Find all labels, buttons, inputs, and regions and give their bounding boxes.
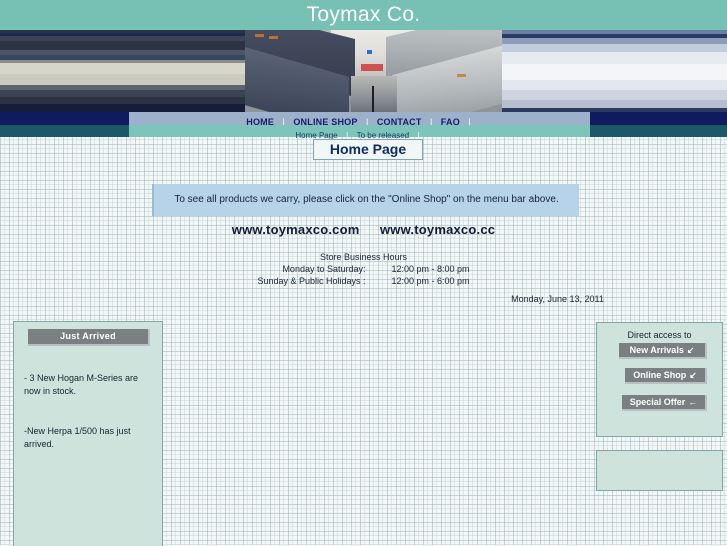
page-title-box: Home Page bbox=[313, 139, 423, 160]
announcement-text: To see all products we carry, please cli… bbox=[174, 194, 559, 205]
new-arrivals-button-label: New Arrivals bbox=[629, 345, 684, 355]
online-shop-button-label: Online Shop bbox=[633, 370, 687, 380]
exit-sign bbox=[361, 64, 383, 71]
banner-photo-airplane-cabin bbox=[0, 30, 727, 112]
arrow-down-left-icon: ↙ bbox=[686, 345, 695, 355]
sub-navigation: Home Page | To be released | bbox=[129, 125, 590, 140]
navbar-outer: HOME | ONLINE SHOP | CONTACT | FAQ | bbox=[0, 112, 727, 127]
main-navigation: HOME | ONLINE SHOP | CONTACT | FAQ | bbox=[129, 112, 590, 127]
site-title: Toymax Co. bbox=[306, 3, 421, 26]
cabin-led-light bbox=[367, 50, 372, 54]
current-date: Monday, June 13, 2011 bbox=[511, 294, 604, 304]
hours-row-label: Monday to Saturday: bbox=[282, 264, 366, 274]
empty-content-box bbox=[596, 450, 723, 491]
url-toymaxco-com[interactable]: www.toymaxco.com bbox=[232, 222, 360, 237]
cabin-pole bbox=[372, 86, 374, 112]
cabin-indicator-light-a bbox=[255, 34, 264, 37]
new-arrivals-button[interactable]: New Arrivals ↙ bbox=[619, 343, 707, 359]
list-item: -New Herpa 1/500 has just arrived. bbox=[24, 426, 131, 449]
website-urls: www.toymaxco.com www.toymaxco.cc bbox=[0, 221, 727, 239]
banner-streak-left bbox=[0, 30, 245, 112]
cabin-indicator-light-b bbox=[269, 36, 278, 39]
subnav-outer: Home Page | To be released | bbox=[0, 125, 727, 140]
table-row: Sunday & Public Holidays : 12:00 pm - 6:… bbox=[257, 275, 469, 287]
special-offer-button[interactable]: Special Offer ← bbox=[622, 395, 707, 411]
announcement-box: To see all products we carry, please cli… bbox=[152, 184, 579, 216]
store-business-hours: Store Business Hours Monday to Saturday:… bbox=[0, 251, 727, 287]
hours-row-value: 12:00 pm - 6:00 pm bbox=[391, 276, 470, 286]
hours-title: Store Business Hours bbox=[319, 252, 408, 262]
direct-access-panel: Direct access to New Arrivals ↙ Online Sh… bbox=[596, 322, 723, 437]
banner-streak-right bbox=[502, 30, 727, 112]
date-line: Monday, June 13, 2011 bbox=[0, 289, 727, 307]
airplane-cabin-image bbox=[245, 30, 502, 112]
hours-row-label: Sunday & Public Holidays : bbox=[257, 276, 366, 286]
table-row: Monday to Saturday: 12:00 pm - 8:00 pm bbox=[257, 263, 469, 275]
url-toymaxco-cc[interactable]: www.toymaxco.cc bbox=[380, 222, 495, 237]
hours-table: Monday to Saturday: 12:00 pm - 8:00 pm S… bbox=[257, 263, 469, 287]
masthead: Toymax Co. bbox=[0, 0, 727, 30]
arrow-down-left-icon: ↙ bbox=[689, 370, 697, 380]
just-arrived-panel: Just Arrived - 3 New Hogan M-Series are … bbox=[13, 321, 163, 546]
list-item: - 3 New Hogan M-Series are now in stock. bbox=[24, 373, 139, 396]
page-title: Home Page bbox=[329, 141, 407, 157]
cabin-indicator-light-c bbox=[457, 74, 466, 77]
hours-row-value: 12:00 pm - 8:00 pm bbox=[391, 264, 470, 274]
cabin-aisle bbox=[351, 76, 397, 112]
just-arrived-header: Just Arrived bbox=[28, 329, 150, 346]
online-shop-button[interactable]: Online Shop ↙ bbox=[625, 368, 707, 384]
arrow-left-icon: ← bbox=[688, 397, 698, 407]
direct-access-label: Direct access to bbox=[627, 330, 692, 340]
special-offer-button-label: Special Offer bbox=[629, 397, 686, 407]
